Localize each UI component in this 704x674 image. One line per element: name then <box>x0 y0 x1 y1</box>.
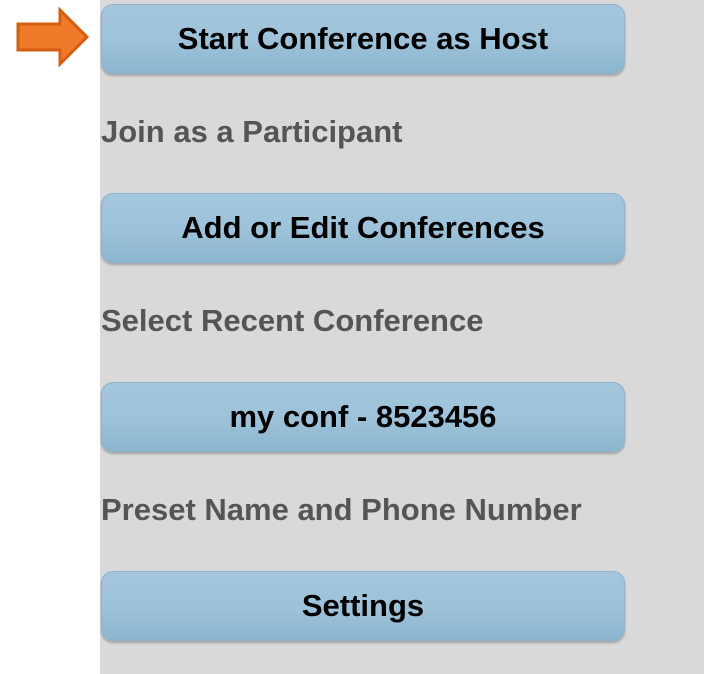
recent-conference-button[interactable]: my conf - 8523456 <box>101 382 625 452</box>
start-conference-as-host-button[interactable]: Start Conference as Host <box>101 4 625 74</box>
recent-conference-label: my conf - 8523456 <box>229 399 497 434</box>
preset-name-and-phone-label[interactable]: Preset Name and Phone Number <box>101 492 582 528</box>
settings-label: Settings <box>301 588 425 623</box>
right-arrow-icon <box>16 7 90 67</box>
select-recent-conference-label: Select Recent Conference <box>101 303 484 338</box>
conference-menu-screen: Start Conference as Host Join as a Parti… <box>0 0 704 674</box>
settings-button[interactable]: Settings <box>101 571 625 641</box>
add-or-edit-conferences-label: Add or Edit Conferences <box>181 210 545 245</box>
start-conference-as-host-label: Start Conference as Host <box>177 21 549 56</box>
add-or-edit-conferences-button[interactable]: Add or Edit Conferences <box>101 193 625 263</box>
join-as-participant-label[interactable]: Join as a Participant <box>101 114 403 150</box>
